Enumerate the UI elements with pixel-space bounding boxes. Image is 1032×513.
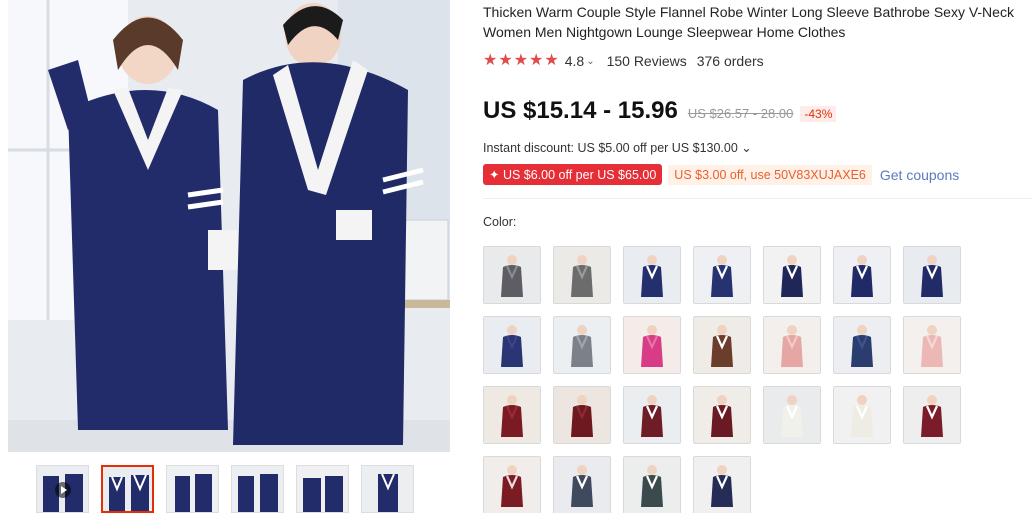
color-swatch-5[interactable] <box>763 246 821 304</box>
rating-value: 4.8 <box>564 53 585 69</box>
color-swatch-7[interactable] <box>903 246 961 304</box>
color-swatch-19[interactable] <box>763 386 821 444</box>
color-swatch-25[interactable] <box>693 456 751 513</box>
color-swatch-2[interactable] <box>553 246 611 304</box>
reviews-link[interactable]: 150 Reviews <box>607 53 687 69</box>
color-swatch-18[interactable] <box>693 386 751 444</box>
thumbnail-3[interactable] <box>166 465 219 513</box>
color-swatch-9[interactable] <box>553 316 611 374</box>
product-title: Thicken Warm Couple Style Flannel Robe W… <box>483 4 1014 40</box>
thumbnail-4[interactable] <box>231 465 284 513</box>
get-coupons-link[interactable]: Get coupons <box>880 167 959 183</box>
color-swatch-grid <box>483 246 983 513</box>
color-swatch-3[interactable] <box>623 246 681 304</box>
star-icon: ★ <box>544 52 559 69</box>
color-label: Color: <box>483 215 517 229</box>
color-swatch-12[interactable] <box>763 316 821 374</box>
thumbnail-6[interactable] <box>361 465 414 513</box>
thumbnail-strip <box>36 465 414 513</box>
color-swatch-10[interactable] <box>623 316 681 374</box>
color-swatch-15[interactable] <box>483 386 541 444</box>
play-video-icon <box>55 482 71 498</box>
color-swatch-23[interactable] <box>553 456 611 513</box>
color-swatch-4[interactable] <box>693 246 751 304</box>
star-icon: ★ <box>529 52 544 69</box>
thumbnail-5[interactable] <box>296 465 349 513</box>
chevron-down-icon[interactable]: ⌄ <box>586 56 594 67</box>
star-icon: ★ <box>498 52 513 69</box>
price-row: US $15.14 - 15.96 US $26.57 - 28.00 -43% <box>483 97 1032 125</box>
main-product-image[interactable] <box>8 0 450 452</box>
star-icon: ★ <box>513 52 529 69</box>
color-swatch-13[interactable] <box>833 316 891 374</box>
product-info-panel: Thicken Warm Couple Style Flannel Robe W… <box>483 0 1032 513</box>
color-swatch-17[interactable] <box>623 386 681 444</box>
discount-badge: -43% <box>800 106 837 122</box>
color-swatch-6[interactable] <box>833 246 891 304</box>
promo-code-coupon[interactable]: US $3.00 off, use 50V83XUJAXE6 <box>668 164 872 185</box>
current-price: US $15.14 - 15.96 <box>483 97 678 124</box>
rating-row: ★ ★ ★ ★ ★ 4.8 ⌄ 150 Reviews 376 orders <box>483 52 1032 70</box>
thumbnail-1[interactable] <box>36 465 89 513</box>
color-swatch-14[interactable] <box>903 316 961 374</box>
divider <box>483 198 1032 199</box>
star-icon: ★ <box>483 52 498 69</box>
original-price: US $26.57 - 28.00 <box>687 106 794 121</box>
color-swatch-20[interactable] <box>833 386 891 444</box>
coupons-row: ✦ US $6.00 off per US $65.00 US $3.00 of… <box>483 164 1032 185</box>
color-swatch-1[interactable] <box>483 246 541 304</box>
color-swatch-21[interactable] <box>903 386 961 444</box>
thumbnail-2[interactable] <box>101 465 154 513</box>
color-swatch-8[interactable] <box>483 316 541 374</box>
instant-discount[interactable]: Instant discount: US $5.00 off per US $1… <box>483 140 1032 155</box>
orders-count: 376 orders <box>696 53 764 69</box>
color-swatch-24[interactable] <box>623 456 681 513</box>
color-swatch-16[interactable] <box>553 386 611 444</box>
store-coupon-badge[interactable]: ✦ US $6.00 off per US $65.00 <box>483 164 663 185</box>
color-swatch-11[interactable] <box>693 316 751 374</box>
color-swatch-22[interactable] <box>483 456 541 513</box>
star-rating[interactable]: ★ ★ ★ ★ ★ <box>483 53 559 69</box>
